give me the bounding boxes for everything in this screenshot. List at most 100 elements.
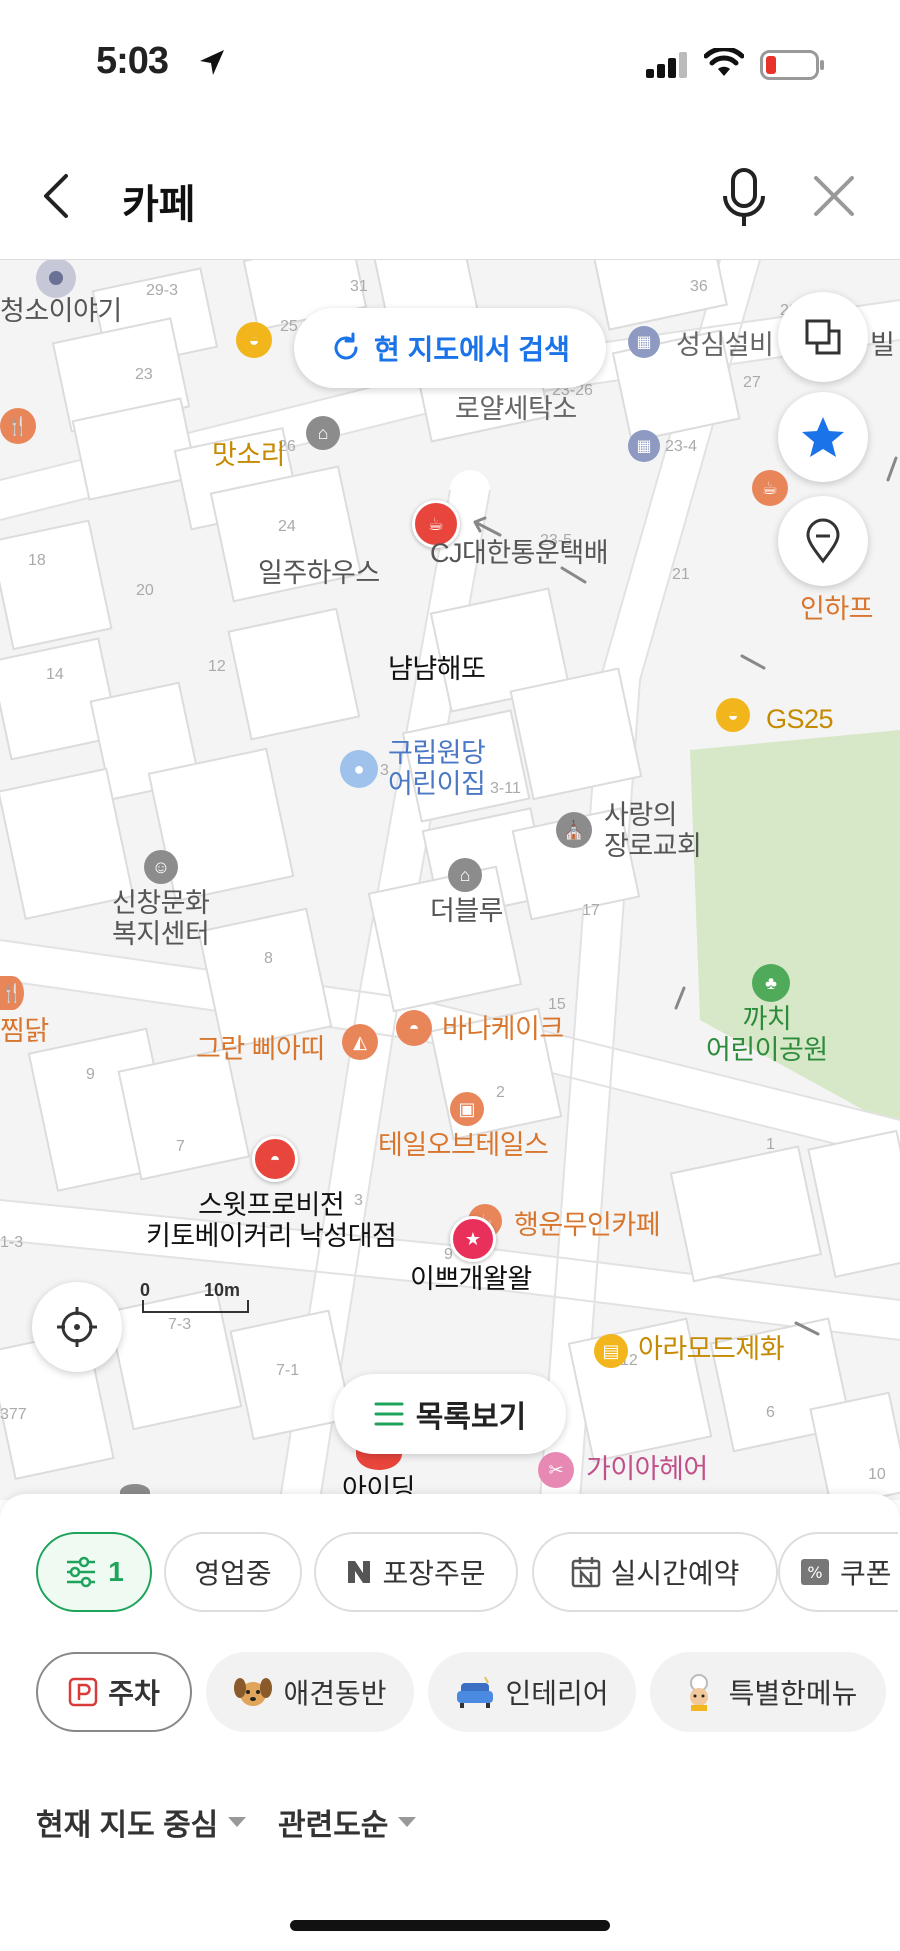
filter-chip-coupon[interactable]: % 쿠폰 bbox=[778, 1532, 898, 1612]
lot-number: 23 bbox=[135, 366, 153, 383]
convenience-store-icon[interactable]: ◒ bbox=[716, 698, 750, 732]
lot-number: 7-1 bbox=[276, 1362, 300, 1379]
map-center-sort-dropdown[interactable]: 현재 지도 중심 bbox=[36, 1800, 248, 1844]
place-label[interactable]: 찜닭 bbox=[0, 1016, 49, 1047]
filter-chip-open-now[interactable]: 영업중 bbox=[164, 1532, 302, 1612]
bakery-pin-icon[interactable]: ◓ bbox=[252, 1136, 298, 1182]
sort-order-label: 관련도순 bbox=[278, 1809, 389, 1842]
place-label[interactable]: 행운무인카페 bbox=[514, 1210, 661, 1241]
lot-number: 6 bbox=[766, 1404, 775, 1421]
lot-number: 12 bbox=[208, 658, 226, 675]
place-label[interactable]: 사랑의 장로교회 bbox=[604, 800, 702, 862]
location-pin-icon bbox=[806, 518, 840, 564]
status-bar: 5:03 bbox=[0, 0, 900, 130]
building-icon[interactable]: ⌂ bbox=[448, 858, 482, 892]
place-label[interactable]: 아라모드제화 bbox=[638, 1334, 785, 1365]
filter-chip-parking[interactable]: 주차 bbox=[36, 1652, 192, 1732]
scissors-icon[interactable]: ✂ bbox=[538, 1452, 574, 1488]
home-indicator[interactable] bbox=[290, 1920, 610, 1931]
daycare-icon[interactable]: ● bbox=[340, 750, 378, 788]
filter-chip-pet-friendly[interactable]: 애견동반 bbox=[206, 1652, 414, 1732]
pizza-icon[interactable]: ◭ bbox=[342, 1024, 378, 1060]
park-tree-icon[interactable]: ♣ bbox=[752, 964, 790, 1002]
lot-number: 17 bbox=[582, 902, 600, 919]
layers-button[interactable] bbox=[778, 292, 868, 382]
filter-chip-takeout[interactable]: 포장주문 bbox=[314, 1532, 518, 1612]
filter-chip-interior[interactable]: 인테리어 bbox=[428, 1652, 636, 1732]
search-query-text[interactable]: 카페 bbox=[122, 172, 196, 230]
lot-number: 10 bbox=[868, 1466, 886, 1483]
dog-icon bbox=[234, 1678, 273, 1706]
place-label[interactable]: 성심설비 bbox=[676, 330, 774, 361]
lot-number: 23-4 bbox=[665, 438, 698, 455]
bakery-icon[interactable]: ◓ bbox=[396, 1010, 432, 1046]
list-view-button[interactable]: 목록보기 bbox=[334, 1374, 566, 1454]
filter-label: 주차 bbox=[108, 1678, 160, 1709]
status-time: 5:03 bbox=[96, 40, 169, 82]
place-label[interactable]: GS25 bbox=[766, 704, 834, 735]
lot-number: 20 bbox=[136, 582, 154, 599]
place-label[interactable]: 냠냠해또 bbox=[388, 654, 486, 685]
microphone-icon[interactable] bbox=[718, 166, 770, 230]
current-location-button[interactable] bbox=[32, 1282, 122, 1372]
place-label[interactable]: 청소이야기 bbox=[0, 296, 122, 327]
office-icon[interactable]: ▦ bbox=[628, 430, 660, 462]
calendar-icon bbox=[571, 1557, 600, 1588]
lot-number: 21 bbox=[672, 566, 690, 583]
place-label[interactable]: 스윗프로비전 키토베이커리 낙성대점 bbox=[146, 1190, 397, 1252]
beer-icon[interactable]: ▣ bbox=[450, 1092, 484, 1126]
filter-label: 영업중 bbox=[194, 1558, 272, 1589]
lot-number: 27 bbox=[743, 374, 761, 391]
place-label[interactable]: 로얄세탁소 bbox=[455, 394, 577, 425]
crosshair-icon bbox=[57, 1307, 97, 1347]
sofa-icon bbox=[457, 1676, 494, 1708]
filter-label: 인테리어 bbox=[505, 1678, 609, 1709]
refresh-icon bbox=[334, 332, 358, 360]
place-label[interactable]: 구립원당 어린이집 bbox=[388, 738, 486, 800]
relevance-sort-dropdown[interactable]: 관련도순 bbox=[278, 1800, 418, 1844]
place-label[interactable]: 빌 bbox=[870, 330, 895, 361]
close-icon[interactable] bbox=[812, 174, 856, 218]
place-label[interactable]: 인하프 bbox=[800, 594, 874, 625]
favorites-button[interactable] bbox=[778, 392, 868, 482]
filter-settings-chip[interactable]: 1 bbox=[36, 1532, 152, 1612]
cafe-icon[interactable]: ☕ bbox=[752, 470, 788, 506]
wifi-icon bbox=[704, 48, 744, 76]
star-icon bbox=[802, 417, 844, 457]
lot-number: 18 bbox=[28, 552, 46, 569]
shopping-bag-icon[interactable]: ▤ bbox=[594, 1334, 628, 1368]
place-label[interactable]: CJ대한통운택배 bbox=[430, 538, 609, 569]
place-label[interactable]: 바나케이크 bbox=[442, 1014, 564, 1045]
search-this-area-button[interactable]: 현 지도에서 검색 bbox=[294, 308, 606, 388]
church-icon[interactable]: ⛪ bbox=[556, 812, 592, 848]
park-area bbox=[690, 730, 900, 1130]
house-icon[interactable]: ⌂ bbox=[306, 416, 340, 450]
community-center-icon[interactable]: ☺ bbox=[144, 850, 178, 884]
place-label[interactable]: 테일오브테일스 bbox=[378, 1130, 549, 1161]
place-label[interactable]: 그란 삐아띠 bbox=[196, 1034, 325, 1065]
filter-chip-special-menu[interactable]: 특별한메뉴 bbox=[650, 1652, 886, 1732]
place-label[interactable]: 일주하우스 bbox=[258, 558, 380, 589]
lot-number: 29-3 bbox=[146, 282, 179, 299]
place-label[interactable]: 더블루 bbox=[430, 896, 504, 927]
list-view-label: 목록보기 bbox=[415, 1401, 527, 1434]
place-label[interactable]: 까치 어린이공원 bbox=[706, 1004, 828, 1066]
location-pin-button[interactable] bbox=[778, 496, 868, 586]
back-arrow-icon[interactable] bbox=[36, 170, 76, 222]
restaurant-icon[interactable]: 🍴 bbox=[0, 408, 36, 444]
lot-number: 25 bbox=[280, 318, 298, 335]
restaurant-icon[interactable]: 🍴 bbox=[0, 976, 24, 1010]
star-pin-icon[interactable]: ★ bbox=[450, 1216, 496, 1262]
place-label[interactable]: 이쁘개왈왈 bbox=[410, 1264, 532, 1295]
office-icon[interactable]: ▦ bbox=[628, 326, 660, 358]
map-view[interactable]: 31 36 29-3 25 23 30 23-26 27 29 26 23-4 … bbox=[0, 260, 900, 1500]
search-header: 카페 bbox=[0, 130, 900, 260]
lot-number: 14 bbox=[46, 666, 64, 683]
filter-chip-reservation[interactable]: 실시간예약 bbox=[532, 1532, 778, 1612]
lot-number: 1 bbox=[766, 1136, 775, 1153]
cafe-bag-icon[interactable]: ◒ bbox=[236, 322, 272, 358]
place-label[interactable]: 가이아헤어 bbox=[586, 1454, 708, 1485]
list-icon bbox=[374, 1402, 404, 1426]
place-label[interactable]: 신창문화 복지센터 bbox=[112, 888, 210, 950]
place-label[interactable]: 맛소리 bbox=[212, 440, 286, 471]
